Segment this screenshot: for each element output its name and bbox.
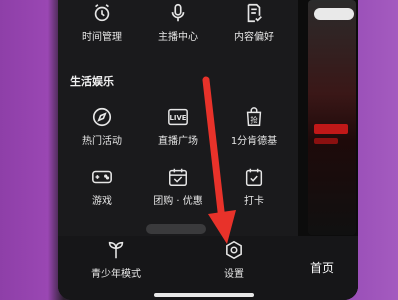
annotation-arrow	[202, 76, 236, 244]
